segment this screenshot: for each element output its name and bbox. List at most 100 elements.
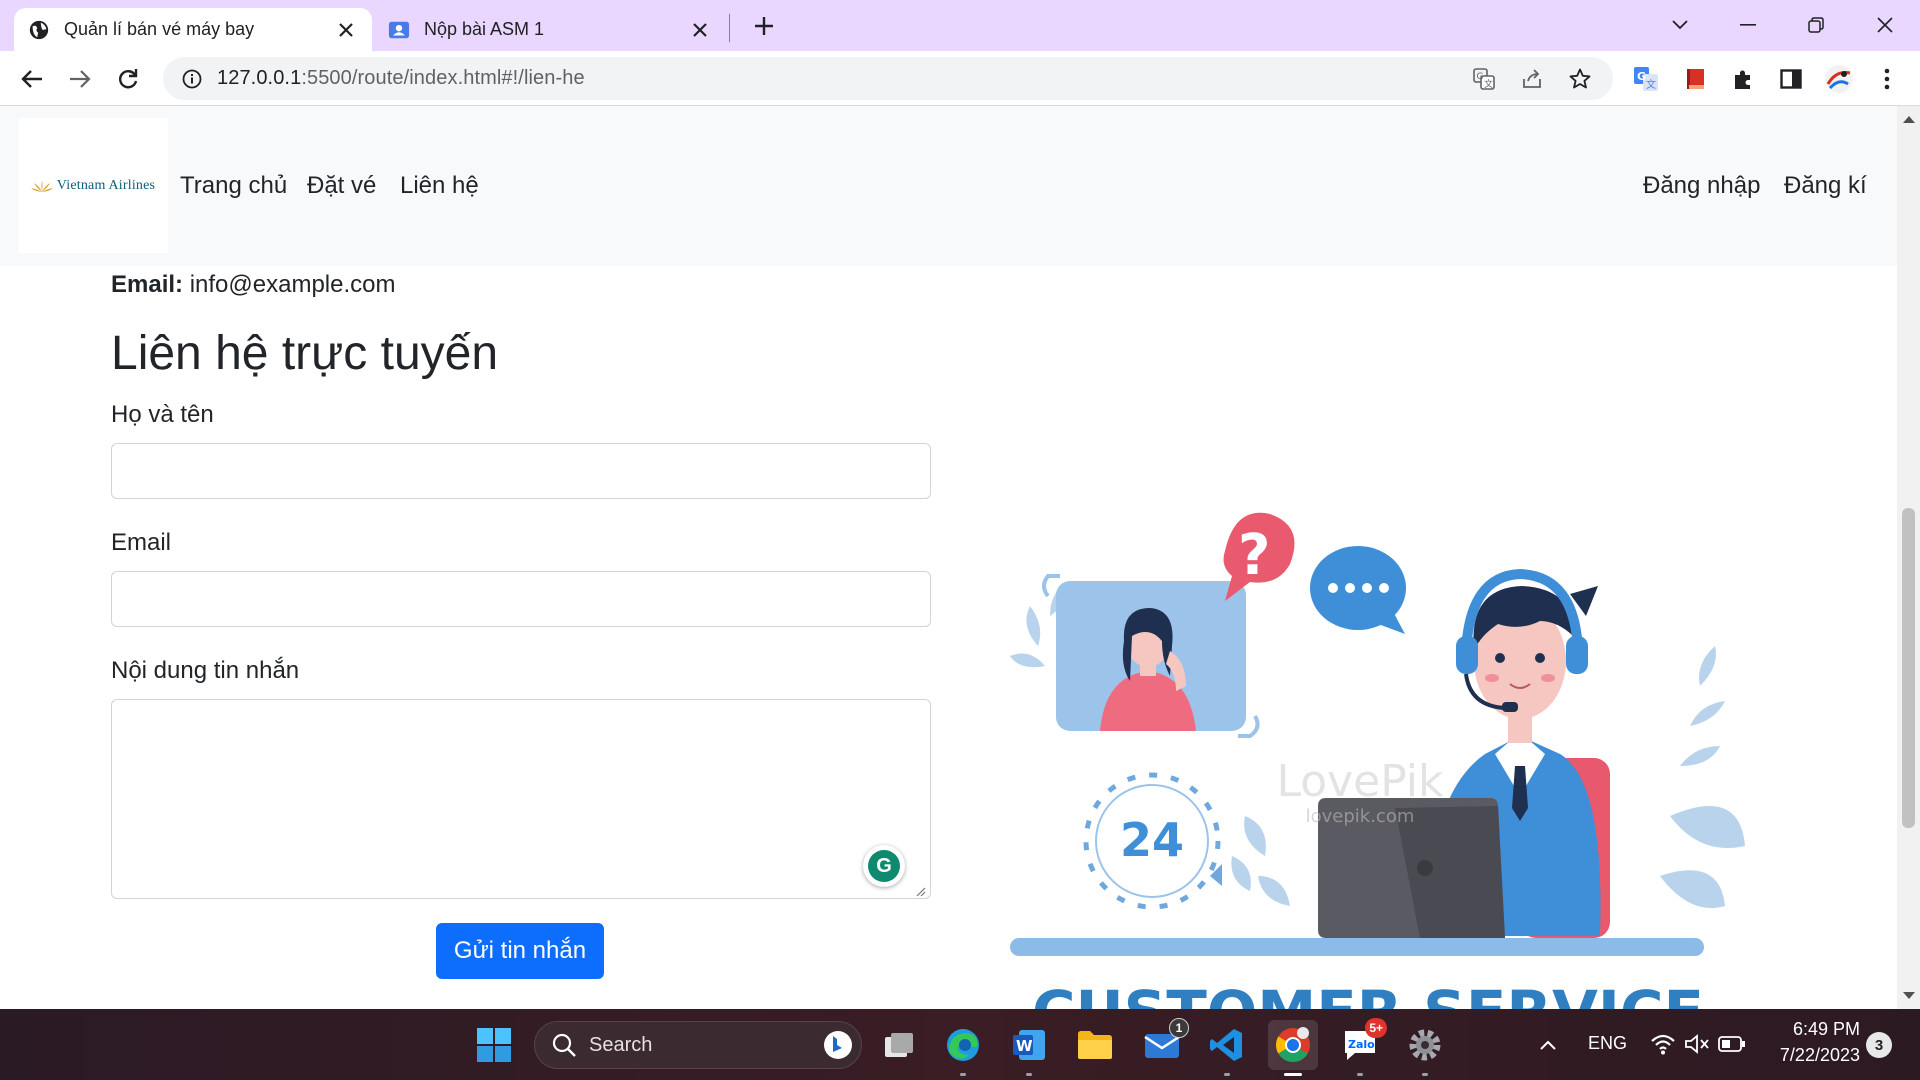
customer-service-illustration: ? 24 LovePik lovepik.com: [1010, 512, 1745, 1009]
show-hidden-icons-button[interactable]: [1523, 1020, 1573, 1070]
language-indicator[interactable]: ENG: [1588, 1033, 1627, 1054]
battery-icon[interactable]: [1718, 1035, 1746, 1053]
zalo-taskbar-icon[interactable]: Zalo 5+: [1335, 1018, 1387, 1076]
svg-text:G: G: [1477, 72, 1484, 82]
svg-text:W: W: [1016, 1037, 1033, 1055]
tab-search-button[interactable]: [1656, 8, 1704, 42]
logo-text: Vietnam Airlines: [56, 177, 156, 193]
translate-icon[interactable]: 文G: [1469, 64, 1499, 94]
mail-taskbar-icon[interactable]: 1: [1137, 1018, 1189, 1070]
close-tab-icon[interactable]: [688, 18, 712, 42]
nav-link-dat-ve[interactable]: Đặt vé: [307, 172, 376, 200]
clock-date[interactable]: 7/22/2023: [1760, 1045, 1860, 1066]
tab-separator: [729, 14, 730, 42]
restore-icon: [1808, 17, 1824, 33]
nav-link-trang-chu[interactable]: Trang chủ: [180, 172, 287, 200]
red-book-extension-icon[interactable]: [1680, 64, 1710, 94]
reload-icon: [119, 69, 138, 89]
page-title: Liên hệ trực tuyến: [111, 327, 499, 380]
email-input[interactable]: [111, 571, 931, 627]
bookmark-star-icon[interactable]: [1565, 64, 1595, 94]
plus-icon: [755, 17, 773, 35]
gear-icon: [1409, 1029, 1441, 1061]
name-label: Họ và tên: [111, 401, 214, 428]
profile-avatar-icon[interactable]: [1824, 64, 1854, 94]
close-window-button[interactable]: [1861, 8, 1909, 42]
globe-icon: [29, 20, 49, 39]
word-taskbar-icon[interactable]: W: [1004, 1020, 1054, 1076]
url-text: 127.0.0.1:5500/route/index.html#!/lien-h…: [217, 67, 1469, 90]
watermark-url: lovepik.com: [1306, 806, 1415, 827]
vscode-taskbar-icon[interactable]: [1202, 1020, 1252, 1076]
grammarly-icon[interactable]: G: [863, 845, 905, 887]
forward-button[interactable]: [64, 63, 96, 95]
contact-email: Email: info@example.com: [111, 271, 395, 299]
watermark: LovePik: [1276, 756, 1444, 807]
arrow-right-icon: [70, 70, 91, 88]
email-field-label: Email: [111, 529, 172, 556]
google-translate-extension-icon[interactable]: G文: [1631, 64, 1661, 94]
svg-text:文: 文: [1646, 78, 1656, 91]
share-icon[interactable]: [1517, 64, 1547, 94]
page-scrollbar[interactable]: [1897, 106, 1920, 1009]
arrow-left-icon: [21, 70, 42, 88]
bing-icon[interactable]: [823, 1030, 853, 1060]
browser-tab-strip: Quản lí bán vé máy bay Nộp bài ASM 1: [0, 0, 1920, 51]
zalo-label: Zalo: [1348, 1038, 1375, 1051]
register-link[interactable]: Đăng kí: [1784, 172, 1867, 200]
lotus-logo-icon: [30, 179, 53, 192]
email-value: info@example.com: [189, 271, 396, 298]
edge-taskbar-icon[interactable]: [938, 1020, 988, 1076]
chevron-up-icon: [1540, 1040, 1556, 1050]
new-tab-button[interactable]: [750, 12, 778, 40]
svg-text:文: 文: [1484, 78, 1493, 90]
scrollbar-thumb[interactable]: [1902, 508, 1915, 828]
restore-button[interactable]: [1792, 8, 1840, 42]
task-view-button[interactable]: [874, 1020, 924, 1070]
address-bar[interactable]: 127.0.0.1:5500/route/index.html#!/lien-h…: [163, 57, 1613, 100]
wifi-icon[interactable]: [1650, 1033, 1676, 1055]
task-view-icon: [885, 1033, 913, 1057]
svg-text:?: ?: [1238, 523, 1270, 588]
url-path: :5500/route/index.html#!/lien-he: [301, 67, 585, 89]
windows-logo-icon: [477, 1028, 511, 1062]
settings-taskbar-icon[interactable]: [1400, 1020, 1450, 1076]
resize-handle-icon[interactable]: [914, 885, 926, 897]
scroll-down-icon[interactable]: [1903, 992, 1915, 999]
speaker-muted-icon[interactable]: [1684, 1033, 1710, 1055]
windows-taskbar: Search W 1 Zalo 5+ ENG 6:49 PM 7/22/2023…: [0, 1009, 1920, 1080]
close-tab-icon[interactable]: [334, 18, 358, 42]
browser-toolbar: 127.0.0.1:5500/route/index.html#!/lien-h…: [0, 51, 1920, 106]
mail-badge: 1: [1169, 1018, 1189, 1038]
reload-button[interactable]: [112, 63, 144, 95]
site-info-icon[interactable]: [179, 66, 205, 92]
search-placeholder: Search: [589, 1033, 653, 1056]
name-input[interactable]: [111, 443, 931, 499]
start-button[interactable]: [469, 1020, 519, 1070]
tab-quan-li-ban-ve[interactable]: Quản lí bán vé máy bay: [14, 8, 372, 51]
message-textarea[interactable]: [111, 699, 931, 899]
clock-time[interactable]: 6:49 PM: [1760, 1019, 1860, 1040]
illustration-caption: CUSTOMER SERVICE: [1032, 978, 1704, 1009]
notification-badge[interactable]: 3: [1866, 1032, 1892, 1058]
search-icon: [552, 1033, 576, 1057]
extensions-puzzle-icon[interactable]: [1728, 64, 1758, 94]
scroll-up-icon[interactable]: [1903, 116, 1915, 123]
svg-text:G: G: [1637, 70, 1646, 83]
side-panel-icon[interactable]: [1776, 64, 1806, 94]
minimize-button[interactable]: [1724, 8, 1772, 42]
url-host: 127.0.0.1: [217, 67, 302, 89]
file-explorer-taskbar-icon[interactable]: [1070, 1020, 1120, 1070]
tab-nop-bai[interactable]: Nộp bài ASM 1: [374, 8, 726, 51]
nav-link-lien-he[interactable]: Liên hệ: [400, 172, 479, 200]
back-button[interactable]: [16, 63, 48, 95]
taskbar-search[interactable]: Search: [534, 1021, 862, 1069]
chrome-taskbar-icon[interactable]: [1268, 1020, 1318, 1076]
vietnam-airlines-logo[interactable]: Vietnam Airlines: [18, 118, 168, 253]
login-link[interactable]: Đăng nhập: [1643, 172, 1760, 200]
close-icon: [1877, 17, 1893, 33]
submit-button[interactable]: Gửi tin nhắn: [436, 923, 604, 979]
minimize-icon: [1740, 24, 1756, 26]
chevron-down-icon: [1672, 20, 1688, 30]
chrome-menu-icon[interactable]: [1872, 64, 1902, 94]
